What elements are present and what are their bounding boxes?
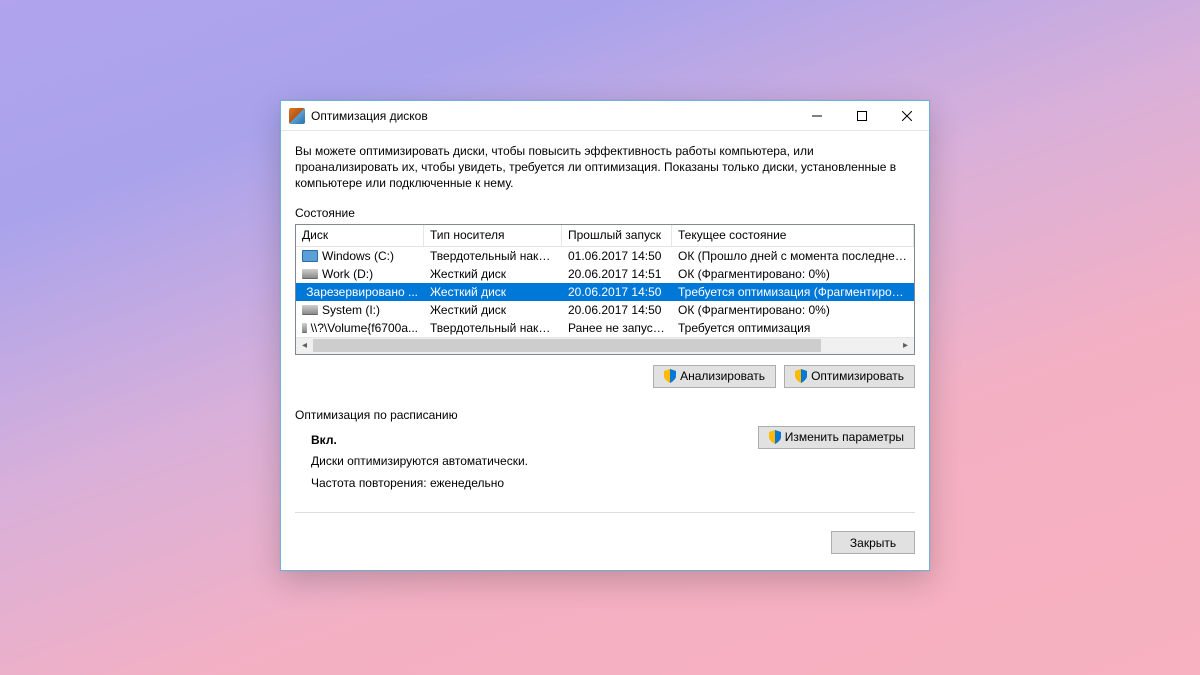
close-button[interactable]: Закрыть xyxy=(831,531,915,554)
uac-shield-icon xyxy=(769,430,781,444)
close-window-button[interactable] xyxy=(884,101,929,131)
desktop-background: { "window": { "title": "Оптимизация диск… xyxy=(0,0,1200,675)
schedule-line-2: Частота повторения: еженедельно xyxy=(311,473,915,495)
table-row[interactable]: Work (D:) Жесткий диск20.06.2017 14:51ОК … xyxy=(296,265,914,283)
table-row[interactable]: Зарезервировано ... Жесткий диск20.06.201… xyxy=(296,283,914,301)
column-header-status[interactable]: Текущее состояние xyxy=(672,225,914,246)
scroll-right-icon[interactable]: ▸ xyxy=(897,338,914,353)
cell-media: Жесткий диск xyxy=(424,303,562,317)
table-row[interactable]: System (I:) Жесткий диск20.06.2017 14:50О… xyxy=(296,301,914,319)
scroll-left-icon[interactable]: ◂ xyxy=(296,338,313,353)
schedule-state: Вкл. xyxy=(311,433,337,447)
window-content: Вы можете оптимизировать диски, чтобы по… xyxy=(281,131,929,570)
window-title: Оптимизация дисков xyxy=(311,109,428,123)
drive-icon xyxy=(302,323,307,333)
cell-last-run: 20.06.2017 14:50 xyxy=(562,303,672,317)
description-text: Вы можете оптимизировать диски, чтобы по… xyxy=(295,143,915,192)
scroll-thumb[interactable] xyxy=(313,339,821,352)
cell-status: ОК (Фрагментировано: 0%) xyxy=(672,303,914,317)
schedule-line-1: Диски оптимизируются автоматически. xyxy=(311,451,915,473)
cell-status: Требуется оптимизация (Фрагментировано: … xyxy=(672,285,914,299)
cell-last-run: 01.06.2017 14:50 xyxy=(562,249,672,263)
cell-last-run: Ранее не запуска... xyxy=(562,321,672,335)
cell-disk: Windows (C:) xyxy=(296,249,424,263)
drive-icon xyxy=(302,269,318,279)
cell-media: Жесткий диск xyxy=(424,267,562,281)
table-row[interactable]: Windows (C:) Твердотельный накоп...01.06.… xyxy=(296,247,914,265)
state-section-label: Состояние xyxy=(295,206,915,220)
drive-icon xyxy=(302,305,318,315)
analyze-button-label: Анализировать xyxy=(680,369,765,383)
listview-body: Windows (C:)Твердотельный накоп...01.06.… xyxy=(296,247,914,337)
change-settings-button[interactable]: Изменить параметры xyxy=(758,426,915,449)
horizontal-scrollbar[interactable]: ◂ ▸ xyxy=(296,337,914,354)
cell-disk: \\?\Volume{f6700a... xyxy=(296,321,424,335)
schedule-heading: Оптимизация по расписанию xyxy=(295,408,915,422)
column-header-media[interactable]: Тип носителя xyxy=(424,225,562,246)
maximize-button[interactable] xyxy=(839,101,884,131)
drive-icon xyxy=(302,250,318,262)
drive-name: Windows (C:) xyxy=(322,249,394,263)
drive-name: \\?\Volume{f6700a... xyxy=(311,321,418,335)
listview-header[interactable]: Диск Тип носителя Прошлый запуск Текущее… xyxy=(296,225,914,247)
cell-status: ОК (Прошло дней с момента последнего зап… xyxy=(672,249,914,263)
drives-listview[interactable]: Диск Тип носителя Прошлый запуск Текущее… xyxy=(295,224,915,355)
titlebar[interactable]: Оптимизация дисков xyxy=(281,101,929,131)
optimize-button[interactable]: Оптимизировать xyxy=(784,365,915,388)
cell-media: Твердотельный накоп... xyxy=(424,249,562,263)
cell-media: Твердотельный накоп... xyxy=(424,321,562,335)
cell-media: Жесткий диск xyxy=(424,285,562,299)
cell-disk: System (I:) xyxy=(296,303,424,317)
drive-name: Work (D:) xyxy=(322,267,373,281)
bottom-buttons-row: Закрыть xyxy=(295,523,915,556)
cell-last-run: 20.06.2017 14:50 xyxy=(562,285,672,299)
analyze-button[interactable]: Анализировать xyxy=(653,365,776,388)
uac-shield-icon xyxy=(664,369,676,383)
scroll-track[interactable] xyxy=(313,338,897,353)
minimize-button[interactable] xyxy=(794,101,839,131)
column-header-disk[interactable]: Диск xyxy=(296,225,424,246)
app-icon xyxy=(289,108,305,124)
close-button-label: Закрыть xyxy=(850,536,896,550)
table-row[interactable]: \\?\Volume{f6700a... Твердотельный накоп.… xyxy=(296,319,914,337)
drive-name: System (I:) xyxy=(322,303,380,317)
cell-disk: Work (D:) xyxy=(296,267,424,281)
optimize-drives-window: Оптимизация дисков Вы можете оптимизиров… xyxy=(280,100,930,571)
optimize-button-label: Оптимизировать xyxy=(811,369,904,383)
drive-name: Зарезервировано ... xyxy=(306,285,418,299)
cell-disk: Зарезервировано ... xyxy=(296,285,424,299)
change-settings-label: Изменить параметры xyxy=(785,430,904,444)
separator xyxy=(295,512,915,513)
cell-status: ОК (Фрагментировано: 0%) xyxy=(672,267,914,281)
column-header-last[interactable]: Прошлый запуск xyxy=(562,225,672,246)
cell-status: Требуется оптимизация xyxy=(672,321,914,335)
uac-shield-icon xyxy=(795,369,807,383)
action-buttons-row: Анализировать Оптимизировать xyxy=(295,365,915,388)
cell-last-run: 20.06.2017 14:51 xyxy=(562,267,672,281)
schedule-section: Оптимизация по расписанию Изменить парам… xyxy=(295,408,915,495)
